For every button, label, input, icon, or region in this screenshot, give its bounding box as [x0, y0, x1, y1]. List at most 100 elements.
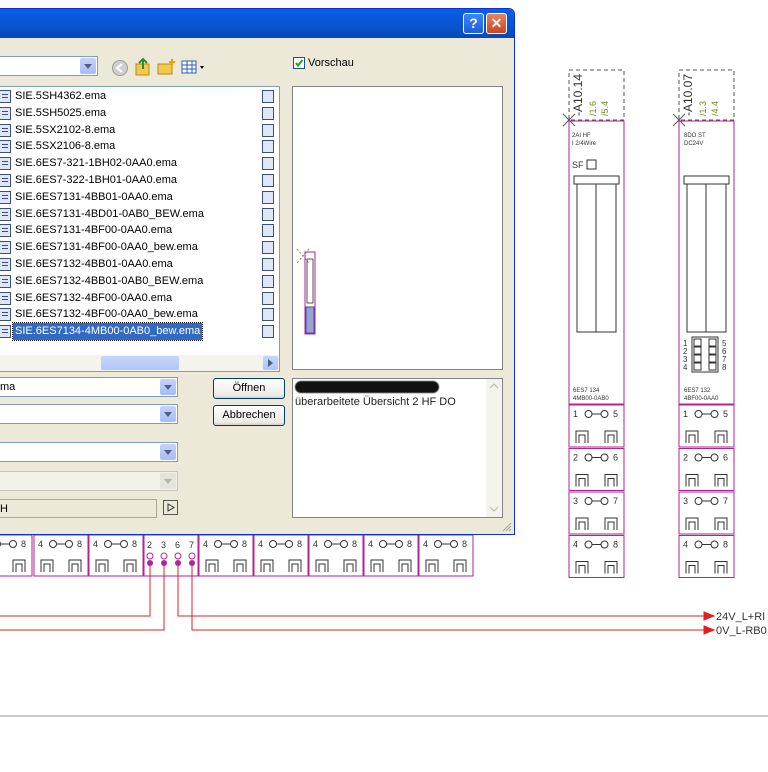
file-icon [0, 207, 11, 221]
terminal-number-left: 2 [573, 453, 578, 463]
module2-ref1: /1.3 [698, 101, 708, 116]
module2-line1: 8DO ST [684, 133, 706, 139]
checkmark-icon [295, 59, 304, 68]
file-list[interactable]: SIE.5SH4362.ema SIE.5SH5025.ema SIE.5SX210… [0, 86, 280, 372]
module1-sf: SF [572, 160, 584, 170]
options-combo[interactable] [0, 442, 178, 462]
module-a10-14: -A10.14 /1.6 /5.4 2AI HF I 2/4Wire SF 6E… [562, 69, 625, 405]
dialog-titlebar[interactable]: ? ✕ [0, 9, 514, 38]
file-item[interactable]: SIE.5SX2106-8.ema [0, 138, 279, 155]
filename-value: ma [0, 381, 16, 393]
file-item[interactable]: SIE.6ES7131-4BF00-0AA0.ema [0, 222, 279, 239]
filename-dropdown-icon[interactable] [160, 379, 176, 395]
preview-pane [292, 86, 503, 370]
close-button[interactable]: ✕ [486, 13, 507, 34]
module1-ref1: /1.6 [588, 101, 598, 116]
terminal-number-right: 8 [21, 539, 26, 549]
file-item[interactable]: SIE.6ES7132-4BF00-0AA0.ema [0, 290, 279, 307]
module1-line1: 2AI HF [572, 133, 591, 139]
resize-grip-icon[interactable] [501, 521, 513, 533]
file-icon [0, 308, 11, 322]
led-number-left: 4 [683, 363, 688, 372]
terminal-number-left: 4 [258, 539, 263, 549]
terminal-number-left: 1 [573, 409, 578, 419]
file-icon [0, 291, 11, 305]
path-browse-button[interactable] [163, 500, 178, 515]
pin-dot [147, 560, 153, 566]
path-field: H [0, 499, 157, 518]
file-item[interactable]: SIE.5SH5025.ema [0, 105, 279, 122]
file-name: SIE.5SH5025.ema [15, 106, 107, 119]
file-item[interactable]: SIE.6ES7132-4BF00-0AA0_bew.ema [0, 306, 279, 323]
file-item[interactable]: SIE.6ES7-322-1BH01-0AA0.ema [0, 172, 279, 189]
options-dropdown-icon[interactable] [160, 444, 176, 460]
file-item[interactable]: SIE.6ES7131-4BF00-0AA0_bew.ema [0, 239, 279, 256]
pin-number: 7 [189, 540, 194, 550]
look-in-combo[interactable] [0, 56, 98, 76]
file-icon-right [262, 258, 274, 271]
description-vscrollbar[interactable] [486, 379, 502, 517]
terminal-number-right: 8 [242, 539, 247, 549]
file-icon [0, 190, 11, 204]
file-item[interactable]: SIE.6ES7132-4BB01-0AA0.ema [0, 256, 279, 273]
file-item[interactable]: SIE.6ES7134-4MB00-0AB0_bew.ema [0, 322, 279, 342]
file-name: SIE.5SH4362.ema [15, 90, 107, 102]
file-list-hscrollbar[interactable] [0, 355, 279, 371]
module2-led-block: 1 52 63 74 8 [683, 336, 727, 373]
file-item[interactable]: SIE.6ES7132-4BB01-0AB0_BEW.ema [0, 273, 279, 290]
pin-number: 2 [147, 540, 152, 550]
file-icon [0, 325, 11, 339]
preview-checkbox[interactable] [293, 57, 305, 69]
module-a10-07: -A10.07 /1.3 /4.4 8DO ST DC24V 1 52 63 74 8 … [672, 69, 735, 405]
module1-tag: -A10.14 [571, 74, 585, 116]
open-button[interactable]: Öffnen [213, 378, 285, 399]
file-item[interactable]: SIE.6ES7131-4BD01-0AB0_BEW.ema [0, 206, 279, 223]
help-button[interactable]: ? [463, 13, 484, 34]
module-terminal-blocks: 1 5 2 6 3 7 4 8 1 5 2 6 3 7 4 8 [568, 404, 735, 578]
pin-contact [160, 552, 168, 560]
new-folder-icon[interactable] [157, 58, 177, 76]
file-name: SIE.6ES7132-4BF00-0AA0_bew.ema [15, 308, 198, 321]
terminal-number-right: 8 [613, 540, 618, 550]
led-number-right: 8 [722, 363, 727, 372]
terminal-number-left: 4 [683, 540, 688, 550]
pin-dot [161, 560, 167, 566]
terminal-number-left: 1 [683, 409, 688, 419]
look-in-dropdown-icon[interactable] [80, 58, 96, 74]
file-item[interactable]: SIE.5SX2102-8.ema [0, 122, 279, 139]
terminal-number-right: 8 [352, 539, 357, 549]
terminal-number-left: 3 [573, 496, 578, 506]
filetype-combo[interactable] [0, 404, 178, 424]
module1-ref2: /5.4 [600, 101, 610, 116]
file-icon [0, 258, 11, 271]
filetype-dropdown-icon[interactable] [160, 406, 176, 422]
description-pane: überarbeitete Übersicht 2 HF DO [292, 378, 503, 518]
wire-label-0v: 0V_L-RB0 [716, 625, 767, 637]
terminal-number-left: 4 [368, 539, 373, 549]
terminal-number-right: 8 [297, 539, 302, 549]
file-icon-right [262, 174, 274, 187]
view-menu-icon[interactable] [181, 59, 207, 75]
up-folder-icon[interactable] [134, 57, 152, 77]
file-name: SIE.6ES7132-4BB01-0AA0.ema [15, 258, 173, 270]
disabled-combo [0, 471, 178, 491]
pin-dot [175, 560, 181, 566]
cancel-button[interactable]: Abbrechen [213, 405, 285, 426]
terminal-number-right: 5 [723, 409, 728, 419]
terminal-number-right: 8 [723, 540, 728, 550]
hscroll-right-arrow[interactable] [263, 356, 278, 370]
back-icon[interactable] [111, 59, 129, 77]
file-icon-right [262, 190, 274, 204]
module1-bottom1: 6ES7 134 [573, 388, 600, 394]
file-item[interactable]: SIE.6ES7131-4BB01-0AA0.ema [0, 189, 279, 206]
module1-line2: I 2/4Wire [572, 141, 597, 147]
pin-contact [188, 552, 196, 560]
file-item[interactable]: SIE.5SH4362.ema [0, 88, 279, 105]
filename-combo[interactable]: ma [0, 377, 178, 397]
file-icon-right [262, 207, 274, 221]
terminal-number-right: 8 [132, 539, 137, 549]
terminal-number-left: 4 [38, 539, 43, 549]
hscroll-thumb[interactable] [101, 356, 179, 370]
file-item[interactable]: SIE.6ES7-321-1BH02-0AA0.ema [0, 155, 279, 172]
terminal-number-left: 2 [683, 453, 688, 463]
